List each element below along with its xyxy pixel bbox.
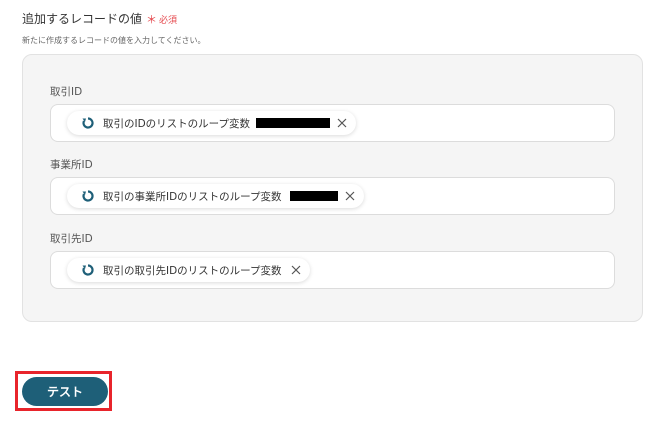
section-description: 新たに作成するレコードの値を入力してください。 bbox=[22, 36, 206, 45]
partner-id-input[interactable]: 取引の取引先IDのリストのループ変数 bbox=[50, 251, 615, 289]
chip-label: 取引のIDのリストのループ変数 bbox=[103, 117, 251, 130]
chip-label: 取引の事業所IDのリストのループ変数 bbox=[103, 190, 282, 203]
field-label-transaction-id: 取引ID bbox=[50, 86, 83, 98]
variable-chip[interactable]: 取引の取引先IDのリストのループ変数 bbox=[67, 258, 310, 282]
field-label-partner-id: 取引先ID bbox=[50, 233, 93, 245]
redacted-block bbox=[289, 191, 338, 201]
loop-icon bbox=[81, 116, 95, 130]
transaction-id-input[interactable]: 取引のIDのリストのループ変数 bbox=[50, 104, 615, 142]
variable-chip[interactable]: 取引の事業所IDのリストのループ変数 bbox=[67, 184, 364, 208]
variable-chip[interactable]: 取引のIDのリストのループ変数 bbox=[67, 111, 357, 135]
section-title: 追加するレコードの値 ＊ 必須 bbox=[22, 10, 177, 27]
close-icon[interactable] bbox=[344, 190, 356, 202]
chip-label: 取引の取引先IDのリストのループ変数 bbox=[103, 264, 282, 277]
section-title-text: 追加するレコードの値 bbox=[22, 12, 143, 26]
redacted-block bbox=[256, 118, 331, 128]
required-badge: ＊ 必須 bbox=[146, 13, 177, 26]
test-button[interactable]: テスト bbox=[22, 377, 108, 406]
loop-icon bbox=[81, 189, 95, 203]
loop-icon bbox=[81, 263, 95, 277]
close-icon[interactable] bbox=[336, 117, 348, 129]
required-label: 必須 bbox=[159, 16, 178, 26]
required-asterisk: ＊ bbox=[146, 13, 158, 26]
close-icon[interactable] bbox=[290, 264, 302, 276]
office-id-input[interactable]: 取引の事業所IDのリストのループ変数 bbox=[50, 177, 615, 215]
field-label-office-id: 事業所ID bbox=[50, 159, 93, 171]
